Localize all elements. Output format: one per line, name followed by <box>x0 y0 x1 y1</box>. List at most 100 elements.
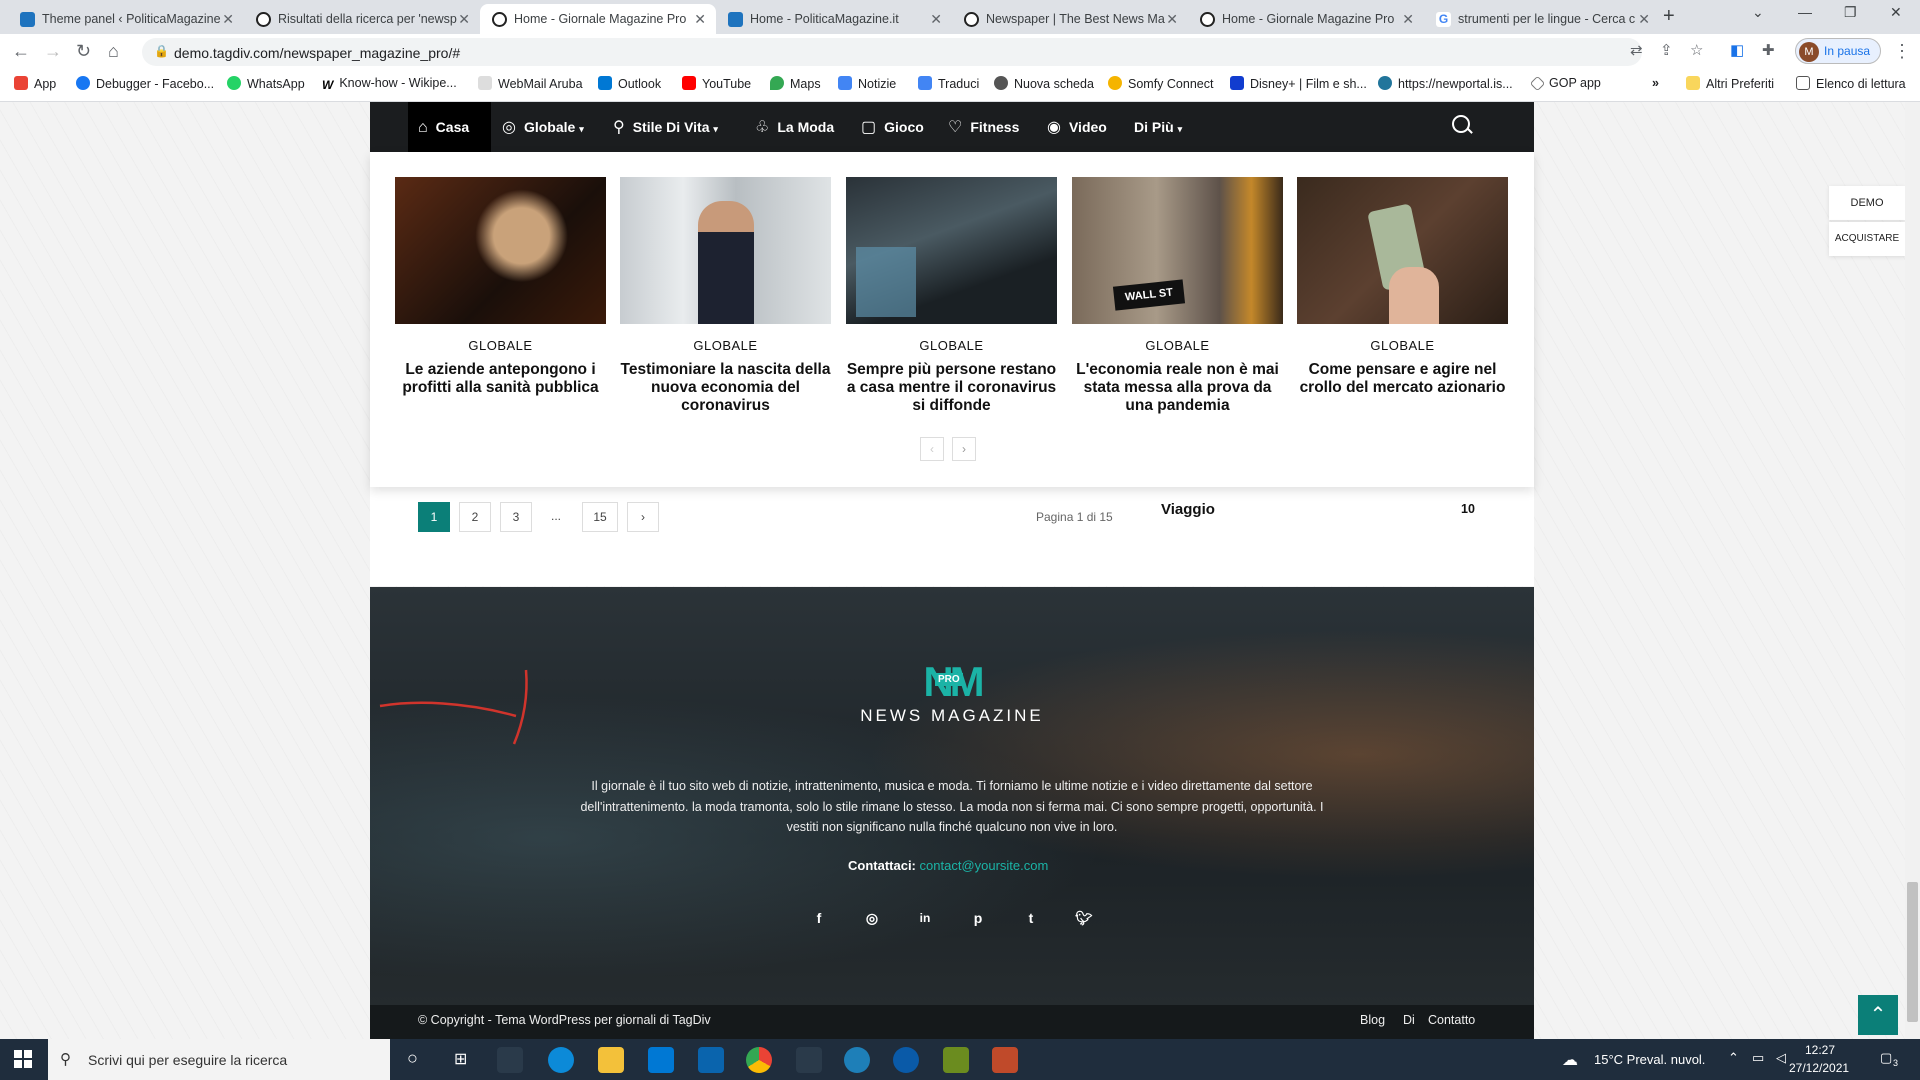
new-tab-button[interactable]: + <box>1663 5 1675 28</box>
bookmark-item[interactable]: Somfy Connect <box>1108 76 1213 91</box>
bookmarks-overflow[interactable]: » <box>1652 76 1659 90</box>
home-icon[interactable]: ⌂ <box>108 41 119 62</box>
article-title[interactable]: L'economia reale non è mai stata messa a… <box>1072 361 1283 415</box>
nav-item-gioco[interactable]: ▢ Gioco <box>861 102 924 152</box>
article-title[interactable]: Testimoniare la nascita della nuova econ… <box>620 361 831 415</box>
sidebar-category-label[interactable]: Viaggio <box>1161 501 1215 518</box>
pagination-next-button[interactable]: › <box>627 502 659 532</box>
bookmark-item[interactable]: GOP app <box>1529 75 1601 92</box>
browser-tab-active[interactable]: Home - Giornale Magazine Pro ✕ <box>480 4 716 34</box>
search-icon[interactable] <box>1452 115 1470 133</box>
network-icon[interactable]: ▭ <box>1752 1050 1764 1066</box>
mail-icon[interactable] <box>698 1047 724 1073</box>
instagram-icon[interactable]: ◎ <box>862 908 882 928</box>
menu-icon[interactable]: ⋮ <box>1893 41 1911 62</box>
article-thumbnail[interactable] <box>1297 177 1508 324</box>
app-icon[interactable] <box>943 1047 969 1073</box>
article-card[interactable]: GLOBALE Le aziende antepongono i profitt… <box>395 177 606 397</box>
chrome-icon[interactable] <box>746 1047 772 1073</box>
article-thumbnail[interactable] <box>620 177 831 324</box>
close-tab-icon[interactable]: ✕ <box>458 4 470 34</box>
edge-icon[interactable] <box>548 1047 574 1073</box>
bookmark-item[interactable]: Notizie <box>838 76 896 91</box>
restore-icon[interactable]: ❐ <box>1844 4 1857 21</box>
article-card[interactable]: WALL ST GLOBALE L'economia reale non è m… <box>1072 177 1283 415</box>
nav-item-casa[interactable]: ⌂ Casa <box>418 102 469 152</box>
nav-item-globale[interactable]: ◎ Globale ▾ <box>502 102 584 152</box>
nav-item-video[interactable]: ◉ Video <box>1047 102 1107 152</box>
app-icon[interactable] <box>844 1047 870 1073</box>
forward-icon[interactable]: → <box>44 41 62 62</box>
other-bookmarks[interactable]: Altri Preferiti <box>1686 76 1774 91</box>
close-window-icon[interactable]: ✕ <box>1890 4 1902 21</box>
article-category[interactable]: GLOBALE <box>846 338 1057 353</box>
article-card[interactable]: GLOBALE Come pensare e agire nel crollo … <box>1297 177 1508 397</box>
facebook-icon[interactable]: f <box>809 908 829 928</box>
article-category[interactable]: GLOBALE <box>395 338 606 353</box>
extension-translate-icon[interactable]: ◧ <box>1730 41 1744 59</box>
nav-item-fitness[interactable]: ♡ Fitness <box>948 102 1019 152</box>
app-icon[interactable] <box>497 1047 523 1073</box>
pagination-page[interactable]: 15 <box>582 502 618 532</box>
reload-icon[interactable]: ↻ <box>76 41 91 62</box>
notification-icon[interactable]: ▢ <box>1880 1050 1892 1066</box>
article-category[interactable]: GLOBALE <box>620 338 831 353</box>
bookmark-item[interactable]: Nuova scheda <box>994 76 1094 91</box>
pinterest-icon[interactable]: p <box>968 908 988 928</box>
bookmark-item[interactable]: Maps <box>770 76 821 91</box>
browser-tab[interactable]: Home - Giornale Magazine Pro ✕ <box>1188 4 1424 34</box>
task-view-icon[interactable]: ⊞ <box>454 1049 467 1069</box>
weather-text[interactable]: 15°C Preval. nuvol. <box>1594 1052 1705 1067</box>
linkedin-icon[interactable]: in <box>915 908 935 928</box>
footer-link-contatto[interactable]: Contatto <box>1428 1013 1475 1027</box>
back-icon[interactable]: ← <box>12 41 30 62</box>
close-tab-icon[interactable]: ✕ <box>930 4 942 34</box>
store-icon[interactable] <box>648 1047 674 1073</box>
app-icon[interactable] <box>796 1047 822 1073</box>
buy-side-button[interactable]: ACQUISTARE <box>1829 222 1905 256</box>
back-to-top-button[interactable]: ⌃ <box>1858 995 1898 1035</box>
close-tab-icon[interactable]: ✕ <box>222 4 234 34</box>
article-thumbnail[interactable] <box>846 177 1057 324</box>
bookmark-star-icon[interactable]: ☆ <box>1690 41 1703 59</box>
file-explorer-icon[interactable] <box>598 1047 624 1073</box>
pagination-page[interactable]: 1 <box>418 502 450 532</box>
article-category[interactable]: GLOBALE <box>1297 338 1508 353</box>
teamviewer-icon[interactable] <box>893 1047 919 1073</box>
scrollbar-thumb[interactable] <box>1907 882 1918 1022</box>
article-card[interactable]: GLOBALE Testimoniare la nascita della nu… <box>620 177 831 415</box>
bookmark-item[interactable]: Debugger - Facebo... <box>76 76 214 91</box>
extensions-puzzle-icon[interactable]: ✚ <box>1762 41 1775 59</box>
volume-icon[interactable]: ◁ <box>1776 1050 1786 1066</box>
article-card[interactable]: GLOBALE Sempre più persone restano a cas… <box>846 177 1057 415</box>
profile-button[interactable]: M In pausa <box>1795 38 1881 64</box>
taskbar-search-placeholder[interactable]: Scrivi qui per eseguire la ricerca <box>88 1052 287 1068</box>
close-tab-icon[interactable]: ✕ <box>1638 4 1650 34</box>
weather-cloud-icon[interactable]: ☁ <box>1562 1050 1578 1070</box>
pagination-page[interactable]: 2 <box>459 502 491 532</box>
close-tab-icon[interactable]: ✕ <box>694 4 706 34</box>
nav-item-stile-di-vita[interactable]: ⚲ Stile Di Vita ▾ <box>613 102 718 152</box>
bookmark-item[interactable]: WebMail Aruba <box>478 76 583 91</box>
bookmark-item[interactable]: Outlook <box>598 76 661 91</box>
bookmark-item[interactable]: Disney+ | Film e sh... <box>1230 76 1367 91</box>
contact-email-link[interactable]: contact@yoursite.com <box>920 858 1049 873</box>
bookmark-item[interactable]: Traduci <box>918 76 979 91</box>
bookmark-item[interactable]: W Know-how - Wikipe... <box>322 76 457 92</box>
browser-tab[interactable]: Home - PoliticaMagazine.it ✕ <box>716 4 952 34</box>
footer-link-blog[interactable]: Blog <box>1360 1013 1385 1027</box>
tab-search-icon[interactable]: ⌄ <box>1752 4 1764 21</box>
bookmark-item[interactable]: WhatsApp <box>227 76 305 91</box>
slider-next-button[interactable]: › <box>952 437 976 461</box>
minimize-icon[interactable]: — <box>1798 4 1812 20</box>
bookmark-item[interactable]: YouTube <box>682 76 751 91</box>
tumblr-icon[interactable]: t <box>1021 908 1041 928</box>
twitter-icon[interactable]: 🐦︎ <box>1074 908 1094 928</box>
article-thumbnail[interactable] <box>395 177 606 324</box>
slider-prev-button[interactable]: ‹ <box>920 437 944 461</box>
translate-icon[interactable]: ⇄ <box>1630 41 1643 59</box>
cortana-icon[interactable]: ○ <box>407 1048 418 1069</box>
article-title[interactable]: Come pensare e agire nel crollo del merc… <box>1297 361 1508 397</box>
article-category[interactable]: GLOBALE <box>1072 338 1283 353</box>
reading-list[interactable]: Elenco di lettura <box>1796 76 1906 91</box>
